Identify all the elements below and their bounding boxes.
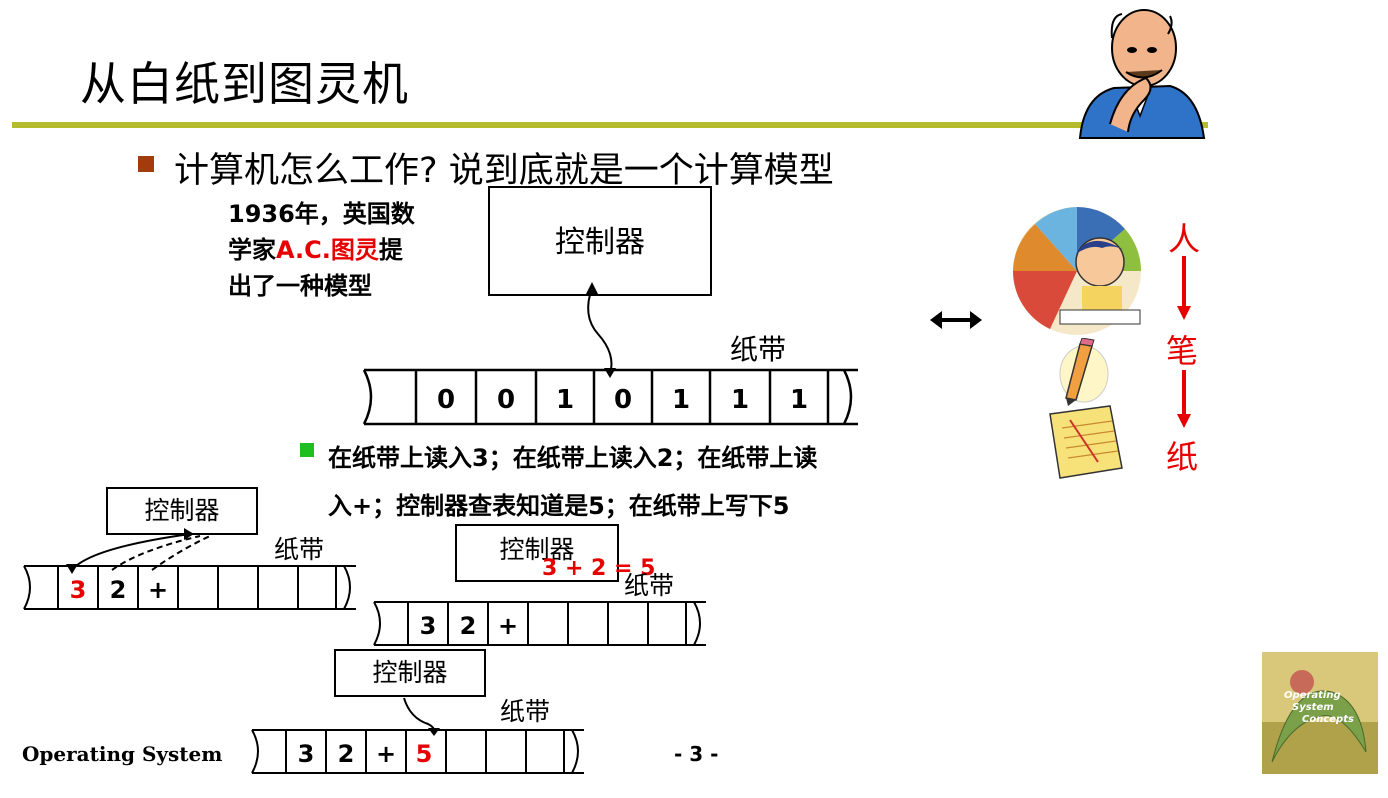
step2-tape-cell: 2	[460, 612, 477, 640]
notepad-icon	[1049, 405, 1123, 479]
main-head-arrow	[586, 282, 616, 378]
svg-text:Concepts: Concepts	[1302, 714, 1354, 725]
main-tape-label: 纸带	[730, 333, 787, 366]
main-tape-cell: 0	[497, 385, 515, 415]
main-tape-cell: 1	[790, 385, 808, 415]
note-line-1: 1936年，英国数	[228, 200, 415, 228]
step1-tape-cell: +	[148, 576, 168, 604]
turing-note: 1936年，英国数 学家A.C.图灵提 出了一种模型	[228, 196, 415, 304]
slide-title: 从白纸到图灵机	[80, 57, 409, 111]
footer-course-title: Operating System	[22, 742, 223, 766]
step1-head-arrows	[66, 528, 211, 574]
arrow-down-2	[1177, 370, 1191, 428]
double-arrow-icon	[930, 311, 982, 329]
main-tape-cell: 1	[672, 385, 690, 415]
sub-bullet-text: 在纸带上读入3；在纸带上读入2；在纸带上读 入+；控制器查表知道是5；在纸带上写…	[328, 434, 928, 530]
right-pen-label: 笔	[1166, 332, 1199, 370]
step1-tape-label: 纸带	[274, 535, 325, 564]
note-line-2-red: A.C.图灵	[276, 236, 379, 264]
child-writing-icon	[1013, 207, 1141, 335]
right-paper-label: 纸	[1166, 438, 1199, 476]
svg-text:System: System	[1292, 702, 1334, 713]
svg-text:Operating: Operating	[1284, 690, 1341, 701]
step1-tape-cell: 2	[110, 576, 127, 604]
arrow-down-1	[1177, 256, 1191, 320]
note-line-3: 出了一种模型	[228, 272, 372, 300]
note-line-2-pre: 学家	[228, 236, 276, 264]
sub-bullet-line-1: 在纸带上读入3；在纸带上读入2；在纸带上读	[328, 444, 818, 472]
sub-bullet-marker	[300, 443, 314, 457]
step2-tape: 3 2 +	[373, 601, 706, 646]
pencil-icon	[1059, 338, 1109, 406]
step2-tape-label: 纸带	[624, 571, 675, 600]
sub-bullet-line-2: 入+；控制器查表知道是5；在纸带上写下5	[328, 492, 790, 520]
page-number: - 3 -	[674, 742, 719, 766]
step3-tape-cell: 3	[298, 740, 315, 768]
note-line-2-post: 提	[378, 236, 403, 264]
step3-tape-cell: +	[376, 740, 396, 768]
step3-tape-label: 纸带	[500, 697, 551, 726]
step3-controller-box: 控制器	[334, 649, 486, 697]
step1-tape-cell: 3	[70, 576, 87, 604]
main-bullet-marker	[138, 156, 154, 172]
step2-tape-cell: 3	[420, 612, 437, 640]
main-tape-cell: 1	[731, 385, 749, 415]
step3-tape-cell: 2	[338, 740, 355, 768]
main-tape-cell: 0	[437, 385, 455, 415]
title-rule	[12, 122, 1208, 128]
main-tape-cell: 1	[556, 385, 574, 415]
note-line-2: 学家A.C.图灵提	[228, 232, 415, 268]
step2-tape-cell: +	[498, 612, 518, 640]
main-tape-cell: 0	[614, 385, 632, 415]
thinking-man-icon	[1078, 9, 1206, 139]
step3-head-arrow	[403, 697, 440, 736]
step3-tape-cell: 5	[416, 740, 433, 768]
step3-controller-label: 控制器	[372, 658, 448, 687]
book-cover-icon: Operating System Concepts	[1262, 652, 1378, 774]
